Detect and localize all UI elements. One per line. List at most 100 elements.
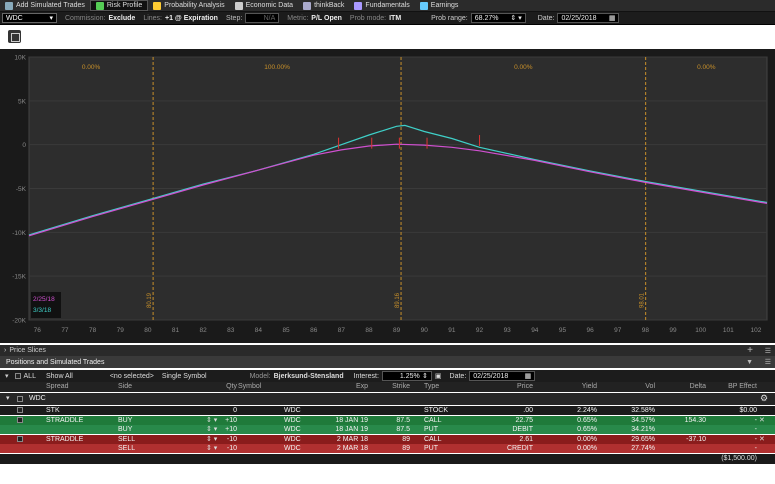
step-field: N/A — [245, 13, 280, 23]
chevron-down-icon[interactable]: ▾ — [49, 14, 53, 22]
column-header[interactable]: Symbol — [238, 382, 298, 392]
prob-mode-label: Prob mode: — [349, 14, 387, 22]
add-slice-icon[interactable]: + — [747, 345, 753, 356]
row-checkbox[interactable] — [17, 435, 23, 442]
cell-qty[interactable]: +10 — [171, 425, 237, 434]
column-header[interactable]: Exp — [300, 382, 368, 392]
group-collapse-icon[interactable]: ▾ — [6, 394, 10, 403]
price-slices-header[interactable]: › Price Slices + ☰ — [0, 345, 775, 356]
x-tick-label: 76 — [34, 327, 42, 334]
pos-date-field[interactable]: 02/25/2018 ▦ — [469, 371, 536, 381]
qty-stepper-icon[interactable]: ⇕ ▾ — [206, 435, 217, 444]
calendar-icon[interactable]: ▦ — [609, 14, 616, 22]
cell-delta: -37.10 — [686, 435, 706, 443]
model-dropdown[interactable]: Bjerksund-Stensland — [274, 373, 344, 380]
lock-icon[interactable]: ▣ — [435, 372, 442, 380]
x-tick-label: 78 — [89, 327, 97, 334]
interest-field[interactable]: 1.25% ⇕ — [381, 371, 432, 381]
group-checkbox[interactable] — [17, 396, 23, 402]
tab-economic-data[interactable]: Economic Data — [230, 0, 298, 12]
x-tick-label: 86 — [310, 327, 318, 334]
qty-stepper-icon[interactable]: ⇕ ▾ — [206, 416, 217, 425]
table-row[interactable]: SELL -10 WDC 2 MAR 18 89 PUT CREDIT 0.00% 27.74%… — [0, 444, 775, 454]
table-row[interactable]: STRADDLE BUY +10 WDC 18 JAN 19 87.5 CALL 22.75 0… — [0, 415, 775, 425]
qty-stepper-icon[interactable]: ⇕ ▾ — [206, 425, 217, 434]
selected-dropdown[interactable]: <no selected> — [110, 373, 154, 380]
tab-fundamentals[interactable]: Fundamentals — [349, 0, 414, 12]
column-header[interactable]: Spread — [46, 382, 116, 392]
economic-data-icon — [234, 1, 243, 10]
collapse-all-icon[interactable]: ▾ — [5, 372, 9, 380]
column-header[interactable]: Vol — [611, 382, 655, 392]
table-row[interactable]: STRADDLE SELL -10 WDC 2 MAR 18 89 CALL 2.61 0.00… — [0, 434, 775, 444]
column-header[interactable]: Side — [118, 382, 168, 392]
positions-menu-icon[interactable]: ☰ — [765, 358, 771, 366]
tab-label: Add Simulated Trades — [16, 2, 85, 9]
tab-earnings[interactable]: Earnings — [415, 0, 464, 12]
lines-label: Lines: — [143, 14, 162, 22]
cell-side[interactable]: SELL — [118, 444, 168, 453]
cell-delta — [666, 425, 706, 434]
collapse-icon[interactable]: ▼ — [746, 359, 753, 366]
symbol-mode-dropdown[interactable]: Single Symbol — [162, 373, 207, 380]
tab-label: Economic Data — [245, 2, 294, 9]
y-tick-label: -10K — [12, 230, 26, 237]
commission-dropdown[interactable]: Exclude — [108, 15, 135, 22]
cell-qty[interactable]: 0 — [171, 406, 237, 415]
total-row: ($1,500.00) — [0, 454, 775, 464]
table-row[interactable]: BUY +10 WDC 18 JAN 19 87.5 PUT DEBIT 0.65% 34.21… — [0, 425, 775, 435]
cell-qty[interactable]: -10 — [171, 444, 237, 453]
tab-add-simulated-trades[interactable]: Add Simulated Trades — [0, 0, 90, 12]
metric-dropdown[interactable]: P/L Open — [311, 15, 342, 22]
qty-stepper-icon[interactable]: ⇕ ▾ — [206, 444, 217, 453]
group-row[interactable]: ▾ WDC ⚙ — [0, 393, 775, 405]
chart-settings-icon[interactable] — [8, 30, 21, 43]
cell-side[interactable] — [118, 406, 168, 415]
cell-price[interactable]: 22.75 — [478, 416, 533, 425]
remove-row-icon[interactable]: ✕ — [759, 416, 765, 425]
lines-dropdown[interactable]: +1 @ Expiration — [165, 15, 218, 22]
cell-yield: 0.00% — [577, 435, 597, 443]
remove-row-icon[interactable]: ✕ — [759, 435, 765, 444]
prob-mode-dropdown[interactable]: ITM — [389, 15, 401, 22]
menu-icon[interactable]: ☰ — [765, 347, 771, 355]
cell-price[interactable]: DEBIT — [478, 425, 533, 434]
interest-stepper-icon[interactable]: ⇕ — [422, 372, 428, 380]
cell-side[interactable]: BUY — [118, 416, 168, 425]
risk-profile-chart[interactable]: 10K 5K 0 -5K -10K -15K -20K 76 77 78 79 80 81 82 83 84 8… — [0, 49, 775, 343]
column-header[interactable]: Price — [478, 382, 533, 392]
cell-price[interactable]: 2.61 — [478, 435, 533, 444]
expand-arrow-icon[interactable]: › — [4, 347, 6, 354]
column-header[interactable]: Yield — [545, 382, 597, 392]
row-checkbox[interactable] — [17, 416, 23, 423]
stepper-icon[interactable]: ⇕ ▾ — [510, 14, 521, 22]
all-checkbox[interactable] — [14, 373, 21, 379]
cell-price[interactable]: CREDIT — [478, 444, 533, 453]
show-all-dropdown[interactable]: Show All — [46, 373, 73, 380]
column-header[interactable]: Type — [424, 382, 474, 392]
column-header[interactable]: Qty — [171, 382, 237, 392]
column-header[interactable]: BP Effect — [703, 382, 757, 392]
tab-probability-analysis[interactable]: Probability Analysis — [148, 0, 229, 12]
cell-qty[interactable]: +10 — [171, 416, 237, 425]
tab-thinkback[interactable]: thinkBack — [298, 0, 349, 12]
cell-price[interactable]: .00 — [478, 406, 533, 415]
symbol-selector[interactable]: WDC ▾ — [2, 13, 57, 23]
gear-icon[interactable]: ⚙ — [760, 394, 768, 403]
x-tick-label: 91 — [448, 327, 456, 334]
x-tick-label: 98 — [642, 327, 650, 334]
row-checkbox[interactable] — [17, 407, 23, 413]
tab-risk-profile[interactable]: Risk Profile — [89, 0, 149, 11]
calendar-icon[interactable]: ▦ — [525, 372, 532, 380]
tab-label: Risk Profile — [106, 2, 143, 9]
column-header[interactable]: Delta — [666, 382, 706, 392]
table-row[interactable]: STK 0 WDC STOCK .00 2.24% 32.58% $0.00 — [0, 406, 775, 415]
pos-date-value: 02/25/2018 — [473, 372, 509, 380]
date-field[interactable]: 02/25/2018 ▦ — [557, 13, 620, 23]
cell-side[interactable]: BUY — [118, 425, 168, 434]
column-header[interactable]: Strike — [370, 382, 410, 392]
cell-side[interactable]: SELL — [118, 435, 168, 444]
prob-range-field[interactable]: 68.27% ⇕ ▾ — [470, 13, 526, 23]
interest-label: Interest: — [353, 372, 379, 380]
cell-qty[interactable]: -10 — [171, 435, 237, 444]
